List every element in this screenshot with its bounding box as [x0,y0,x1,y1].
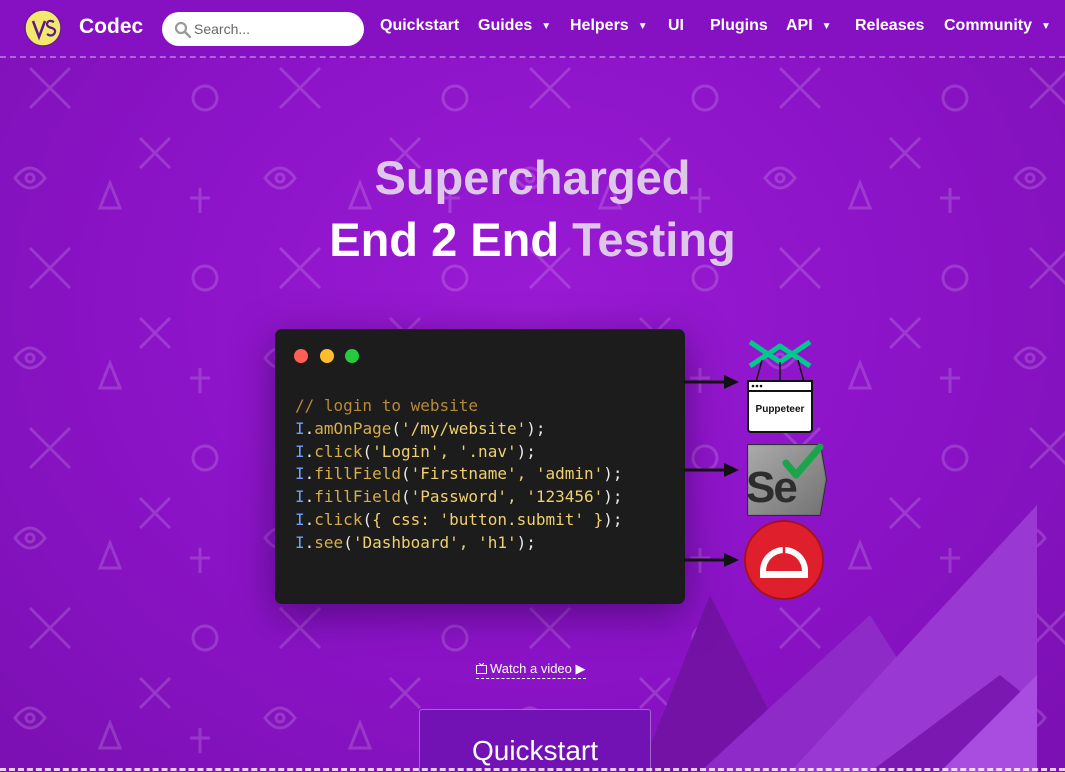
nav-helpers[interactable]: Helpers ▼ [570,17,648,35]
code-window: // login to website I.amOnPage('/my/webs… [275,329,685,604]
bottom-divider [0,768,1065,771]
watch-video-label: Watch a video ▶ [490,661,586,676]
hero-title-part1: End 2 End [329,213,560,266]
code-line: I.fillField('Password', '123456'); [295,487,623,507]
nav-releases[interactable]: Releases [855,17,924,35]
code-block: // login to website I.amOnPage('/my/webs… [295,395,623,555]
code-line: I.see('Dashboard', 'h1'); [295,532,536,552]
search-box [162,12,364,46]
arrow-right-icon [684,463,739,477]
nav-community[interactable]: Community ▼ [944,17,1051,35]
quickstart-button[interactable]: Quickstart [419,709,651,772]
brand-name[interactable]: Codec [79,15,143,39]
arrow-right-icon [684,553,739,567]
tv-icon [476,663,487,674]
selenium-logo: Se [740,441,832,521]
chevron-down-icon: ▼ [1041,21,1051,32]
search-input[interactable] [194,12,354,46]
chevron-down-icon: ▼ [541,21,552,32]
window-minimize-dot [320,349,334,363]
watch-video-link[interactable]: Watch a video ▶ [476,661,586,679]
hero-title-part2: Testing [572,213,736,266]
code-line: I.fillField('Firstname', 'admin'); [295,464,623,484]
arrow-right-icon [684,375,739,389]
code-comment: // login to website [295,396,479,415]
nav-api[interactable]: API ▼ [786,17,832,35]
nav-ui[interactable]: UI [668,17,684,35]
window-maximize-dot [345,349,359,363]
hero-title-line1: Supercharged [374,151,691,204]
hero-title-line2: End 2 End Testing [0,212,1065,267]
selenium-label: Se [746,463,798,512]
code-line: I.click({ css: 'button.submit' }); [295,509,623,529]
puppeteer-logo: Puppeteer [742,336,818,436]
search-icon [174,21,191,38]
nav-plugins[interactable]: Plugins [710,17,768,35]
puppeteer-label: Puppeteer [755,404,805,415]
top-navbar: Codec Quickstart Guides▼ Helpers▼ UI Plu… [0,0,1065,58]
nav-quickstart[interactable]: Quickstart [380,17,459,35]
chevron-down-icon: ▼ [637,21,648,32]
mountains-decoration [640,505,1037,772]
code-line: I.amOnPage('/my/website'); [295,418,546,438]
window-close-dot [294,349,308,363]
nav-guides[interactable]: Guides ▼ [478,17,551,35]
chevron-down-icon: ▼ [821,21,832,32]
protractor-logo-icon [744,520,824,600]
puppeteer-icon [747,339,813,433]
page: Codec Quickstart Guides▼ Helpers▼ UI Plu… [0,0,1065,772]
code-line: I.click('Login', '.nav'); [295,441,536,461]
codec-logo-icon[interactable] [24,9,62,47]
